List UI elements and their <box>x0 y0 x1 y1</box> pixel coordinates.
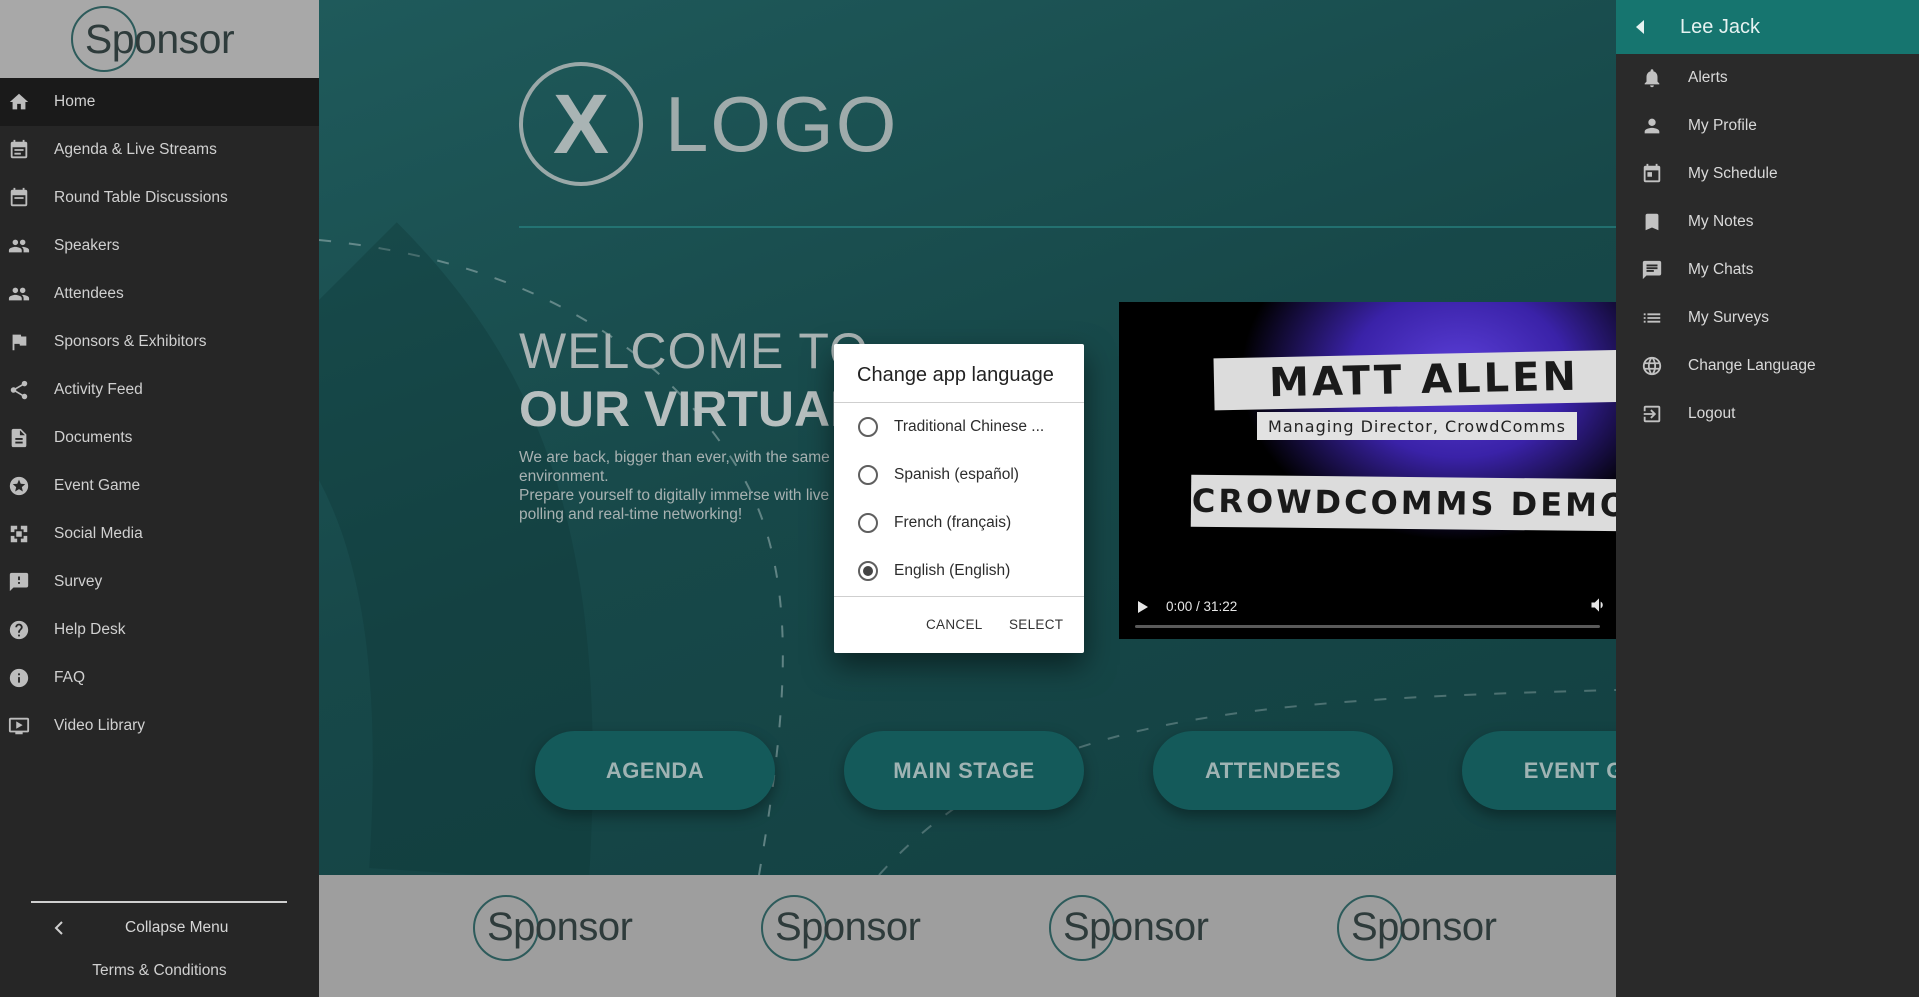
bell-icon <box>1616 67 1688 89</box>
back-arrow-icon[interactable] <box>1636 20 1644 34</box>
user-menu-item-notes[interactable]: My Notes <box>1616 198 1919 246</box>
user-menu-label: My Notes <box>1688 213 1754 230</box>
language-option-label: French (français) <box>894 514 1012 531</box>
user-menu-panel: Lee Jack Alerts My Profile My Schedule M… <box>1616 0 1919 997</box>
schedule-icon <box>1616 163 1688 185</box>
modal-overlay <box>0 0 1616 997</box>
user-menu-label: Change Language <box>1688 357 1816 374</box>
person-icon <box>1616 115 1688 137</box>
logout-icon <box>1616 403 1688 425</box>
user-menu-item-change-language[interactable]: Change Language <box>1616 342 1919 390</box>
chat-icon <box>1616 259 1688 281</box>
bookmark-icon <box>1616 211 1688 233</box>
radio-dot <box>863 566 873 576</box>
language-option-label: English (English) <box>894 562 1011 579</box>
radio-button[interactable] <box>858 513 878 533</box>
change-language-dialog: Change app language Traditional Chinese … <box>834 344 1084 653</box>
user-menu-label: My Schedule <box>1688 165 1778 182</box>
user-menu-list: Alerts My Profile My Schedule My Notes M… <box>1616 54 1919 438</box>
user-menu-item-surveys[interactable]: My Surveys <box>1616 294 1919 342</box>
language-option[interactable]: Spanish (español) <box>834 451 1084 499</box>
user-menu-item-schedule[interactable]: My Schedule <box>1616 150 1919 198</box>
language-option[interactable]: Traditional Chinese ... <box>834 403 1084 451</box>
radio-button[interactable] <box>858 465 878 485</box>
user-menu-item-profile[interactable]: My Profile <box>1616 102 1919 150</box>
globe-icon <box>1616 355 1688 377</box>
user-name: Lee Jack <box>1680 15 1761 38</box>
user-menu-label: Logout <box>1688 405 1736 422</box>
language-option-label: Traditional Chinese ... <box>894 418 1045 435</box>
radio-button-checked[interactable] <box>858 561 878 581</box>
select-button[interactable]: SELECT <box>1009 617 1063 632</box>
cancel-button[interactable]: CANCEL <box>926 617 983 632</box>
user-menu-label: My Surveys <box>1688 309 1769 326</box>
user-menu-label: Alerts <box>1688 69 1728 86</box>
language-option-label: Spanish (español) <box>894 466 1019 483</box>
language-option-selected[interactable]: English (English) <box>834 547 1084 595</box>
user-menu-header[interactable]: Lee Jack <box>1616 0 1919 54</box>
user-menu-item-alerts[interactable]: Alerts <box>1616 54 1919 102</box>
user-menu-item-logout[interactable]: Logout <box>1616 390 1919 438</box>
dialog-actions: CANCEL SELECT <box>834 596 1084 653</box>
dialog-title: Change app language <box>834 344 1084 403</box>
language-option[interactable]: French (français) <box>834 499 1084 547</box>
radio-button[interactable] <box>858 417 878 437</box>
user-menu-item-chats[interactable]: My Chats <box>1616 246 1919 294</box>
user-menu-label: My Chats <box>1688 261 1754 278</box>
list-icon <box>1616 307 1688 329</box>
user-menu-label: My Profile <box>1688 117 1757 134</box>
